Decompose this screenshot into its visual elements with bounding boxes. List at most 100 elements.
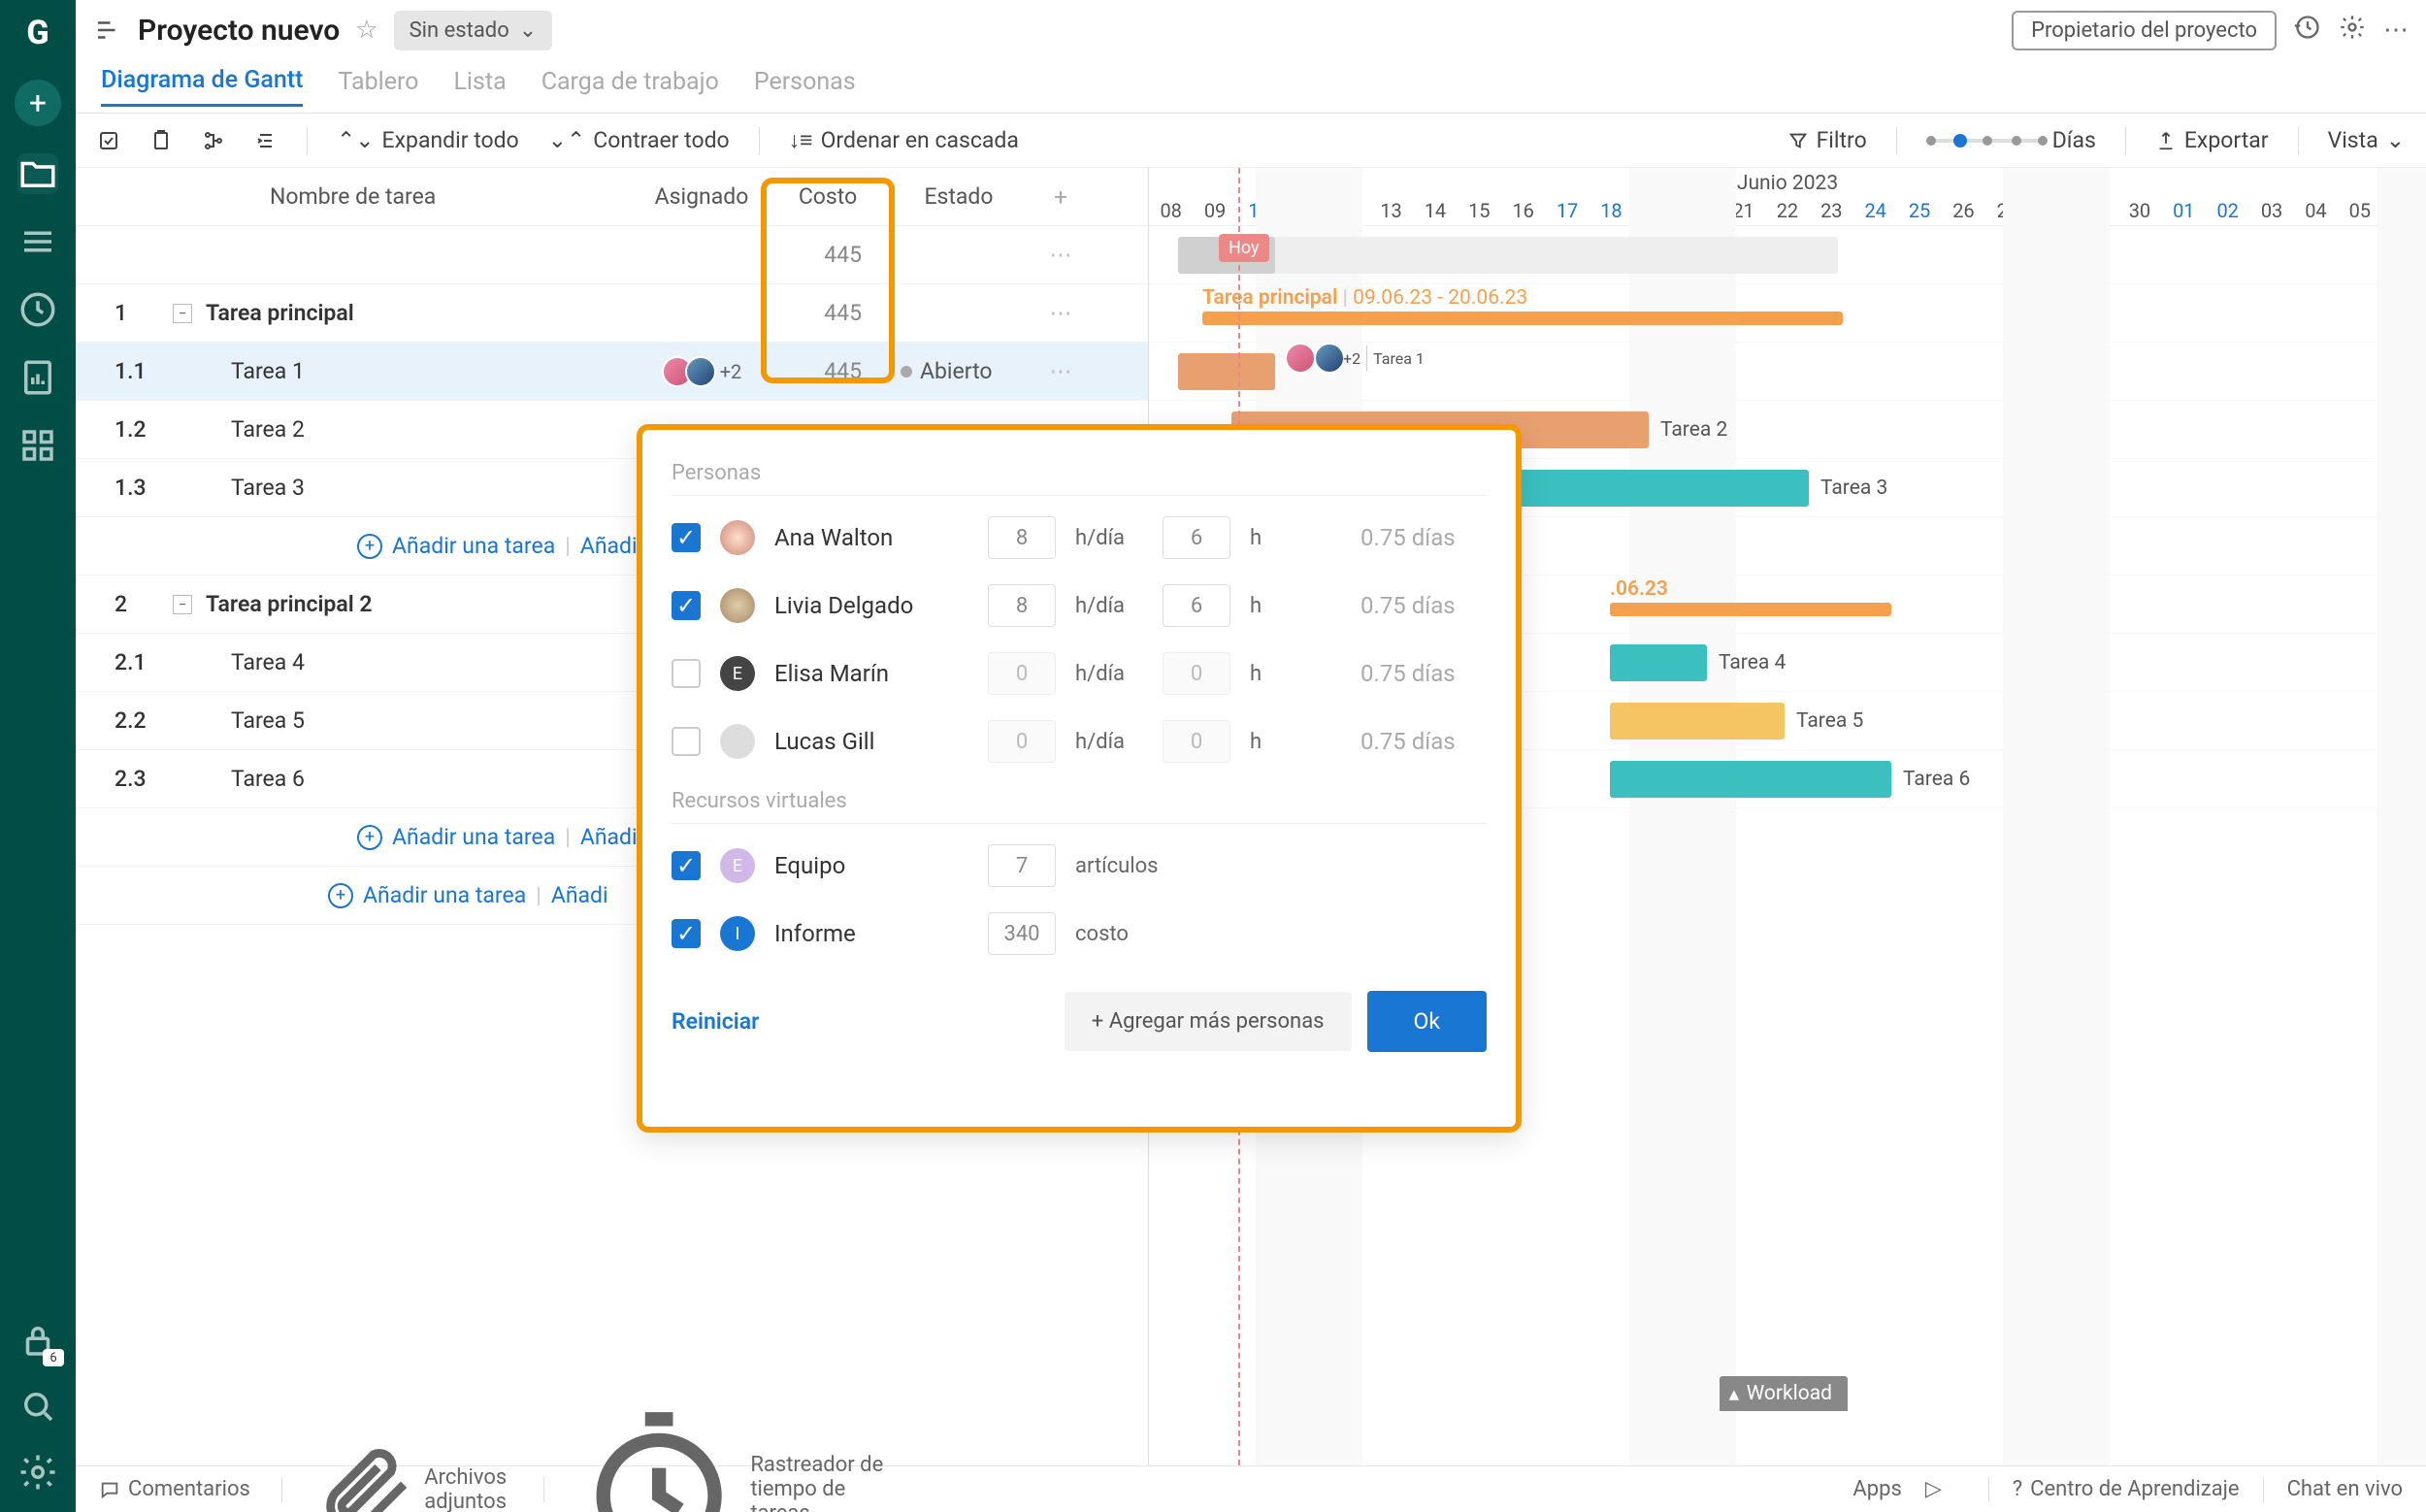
task-bar-4[interactable]: Tarea 4 xyxy=(1610,644,1707,681)
workload-toggle[interactable]: Workload xyxy=(1720,1376,1848,1411)
person-row: E Elisa Marín h/día h 0.75 días xyxy=(672,640,1487,707)
collapse-icon[interactable]: − xyxy=(173,304,192,323)
person-name: Lucas Gill xyxy=(774,728,968,755)
day-cell: 24 xyxy=(1853,195,1897,225)
row-more-icon[interactable]: ⋯ xyxy=(1027,300,1095,326)
view-button[interactable]: Vista ⌄ xyxy=(2328,127,2405,153)
checkbox-icon[interactable] xyxy=(97,129,120,152)
task-bar-3[interactable]: Tarea 3 xyxy=(1498,470,1809,507)
person-avatar xyxy=(720,588,755,623)
hours-input[interactable] xyxy=(1163,516,1230,559)
settings-icon[interactable] xyxy=(2339,14,2366,48)
report-icon[interactable] xyxy=(17,357,58,398)
chevron-down-icon: ⌄ xyxy=(519,18,537,43)
history-icon[interactable] xyxy=(2294,14,2321,48)
day-cell: 22 xyxy=(1765,195,1809,225)
row-more-icon[interactable]: ⋯ xyxy=(1027,358,1095,384)
virtual-avatar: I xyxy=(720,916,755,951)
reset-button[interactable]: Reiniciar xyxy=(672,1008,759,1035)
main-bar-2[interactable] xyxy=(1610,603,1891,616)
clipboard-icon[interactable] xyxy=(149,129,173,152)
collapse-icon[interactable]: − xyxy=(173,595,192,614)
tab-list[interactable]: Lista xyxy=(453,68,506,106)
day-cell: 15 xyxy=(1458,195,1501,225)
branch-icon[interactable] xyxy=(202,129,225,152)
comments-button[interactable]: Comentarios xyxy=(99,1477,250,1501)
more-icon[interactable]: ⋯ xyxy=(2383,16,2409,45)
person-row: ✓ Ana Walton h/día h 0.75 días xyxy=(672,504,1487,572)
day-cell: 02 xyxy=(2206,195,2249,225)
person-avatar xyxy=(720,520,755,555)
header-status: Estado xyxy=(891,183,1027,210)
summary-bar[interactable] xyxy=(1178,237,1838,274)
person-name: Ana Walton xyxy=(774,524,968,551)
export-button[interactable]: Exportar xyxy=(2155,127,2269,153)
person-checkbox[interactable] xyxy=(672,659,701,688)
main-bar-1[interactable] xyxy=(1202,312,1843,325)
day-cell: 03 xyxy=(2249,195,2293,225)
task-name: Tarea 3 xyxy=(231,475,305,501)
row-more-icon[interactable]: ⋯ xyxy=(1027,242,1095,268)
day-cell: 14 xyxy=(1413,195,1457,225)
person-checkbox[interactable]: ✓ xyxy=(672,591,701,620)
topbar: Proyecto nuevo ☆ Sin estado⌄ Propietario… xyxy=(76,0,2426,60)
search-icon[interactable] xyxy=(17,1386,58,1427)
add-more-button[interactable]: + Agregar más personas xyxy=(1065,992,1352,1051)
owner-button[interactable]: Propietario del proyecto xyxy=(2012,11,2277,50)
play-store-icon[interactable]: ▷ xyxy=(1925,1477,1942,1501)
star-icon[interactable]: ☆ xyxy=(355,16,377,45)
add-column-button[interactable]: + xyxy=(1027,183,1095,211)
hours-input[interactable] xyxy=(1163,584,1230,627)
virtual-checkbox[interactable]: ✓ xyxy=(672,851,701,880)
gear-icon[interactable] xyxy=(17,1452,58,1493)
folder-icon[interactable] xyxy=(17,153,58,194)
task-row[interactable]: 1 − Tarea principal 445 ⋯ xyxy=(76,284,1148,343)
day-cell: 26 xyxy=(1942,195,1985,225)
cascade-button[interactable]: ↓≡ Ordenar en cascada xyxy=(789,127,1019,153)
toolbar: ⌃⌄ Expandir todo ⌄⌃ Contraer todo ↓≡ Ord… xyxy=(76,114,2426,168)
day-cell: 13 xyxy=(1369,195,1413,225)
person-checkbox[interactable] xyxy=(672,727,701,756)
task-bar-1[interactable] xyxy=(1178,353,1275,390)
virtual-checkbox[interactable]: ✓ xyxy=(672,919,701,948)
virtual-value-input[interactable] xyxy=(988,844,1056,887)
tab-workload[interactable]: Carga de trabajo xyxy=(541,68,719,106)
lock-icon[interactable]: 6 xyxy=(17,1320,58,1361)
collapse-button[interactable]: ⌄⌃ Contraer todo xyxy=(548,127,730,153)
zoom-slider[interactable]: Días xyxy=(1926,127,2096,153)
person-avatar: E xyxy=(720,656,755,691)
task-bar-5[interactable]: Tarea 5 xyxy=(1610,703,1785,740)
learning-button[interactable]: ? Centro de Aprendizaje xyxy=(2013,1477,2240,1501)
indent-icon[interactable] xyxy=(254,129,278,152)
hours-day-input[interactable] xyxy=(988,720,1056,763)
person-name: Livia Delgado xyxy=(774,592,968,619)
hours-input[interactable] xyxy=(1163,720,1230,763)
day-cell: 01 xyxy=(2162,195,2206,225)
hours-day-input[interactable] xyxy=(988,652,1056,695)
chat-button[interactable]: Chat en vivo xyxy=(2287,1477,2403,1501)
hours-day-input[interactable] xyxy=(988,584,1056,627)
filter-button[interactable]: Filtro xyxy=(1787,127,1867,153)
task-bar-6[interactable]: Tarea 6 xyxy=(1610,761,1891,798)
status-dropdown[interactable]: Sin estado⌄ xyxy=(394,11,553,50)
tab-people[interactable]: Personas xyxy=(754,68,856,106)
task-name: Tarea principal 2 xyxy=(206,591,639,617)
task-name: Tarea principal xyxy=(206,300,639,326)
list-icon[interactable] xyxy=(17,221,58,262)
new-button[interactable]: + xyxy=(15,80,61,126)
task-name: Tarea 4 xyxy=(231,649,305,675)
apps-label: Apps xyxy=(1852,1477,1901,1501)
grid-icon[interactable] xyxy=(17,425,58,466)
ok-button[interactable]: Ok xyxy=(1367,991,1487,1052)
virtual-value-input[interactable] xyxy=(988,912,1056,955)
header-task: Nombre de tarea xyxy=(76,183,639,210)
virtual-row: ✓ E Equipo artículos xyxy=(672,832,1487,900)
clock-icon[interactable] xyxy=(17,289,58,330)
task-row[interactable]: 1.1 Tarea 1 +2 445 Abierto ⋯ xyxy=(76,343,1148,401)
expand-button[interactable]: ⌃⌄ Expandir todo xyxy=(337,127,519,153)
tab-gantt[interactable]: Diagrama de Gantt xyxy=(101,66,303,107)
hours-input[interactable] xyxy=(1163,652,1230,695)
tab-board[interactable]: Tablero xyxy=(338,68,418,106)
person-checkbox[interactable]: ✓ xyxy=(672,523,701,552)
hours-day-input[interactable] xyxy=(988,516,1056,559)
